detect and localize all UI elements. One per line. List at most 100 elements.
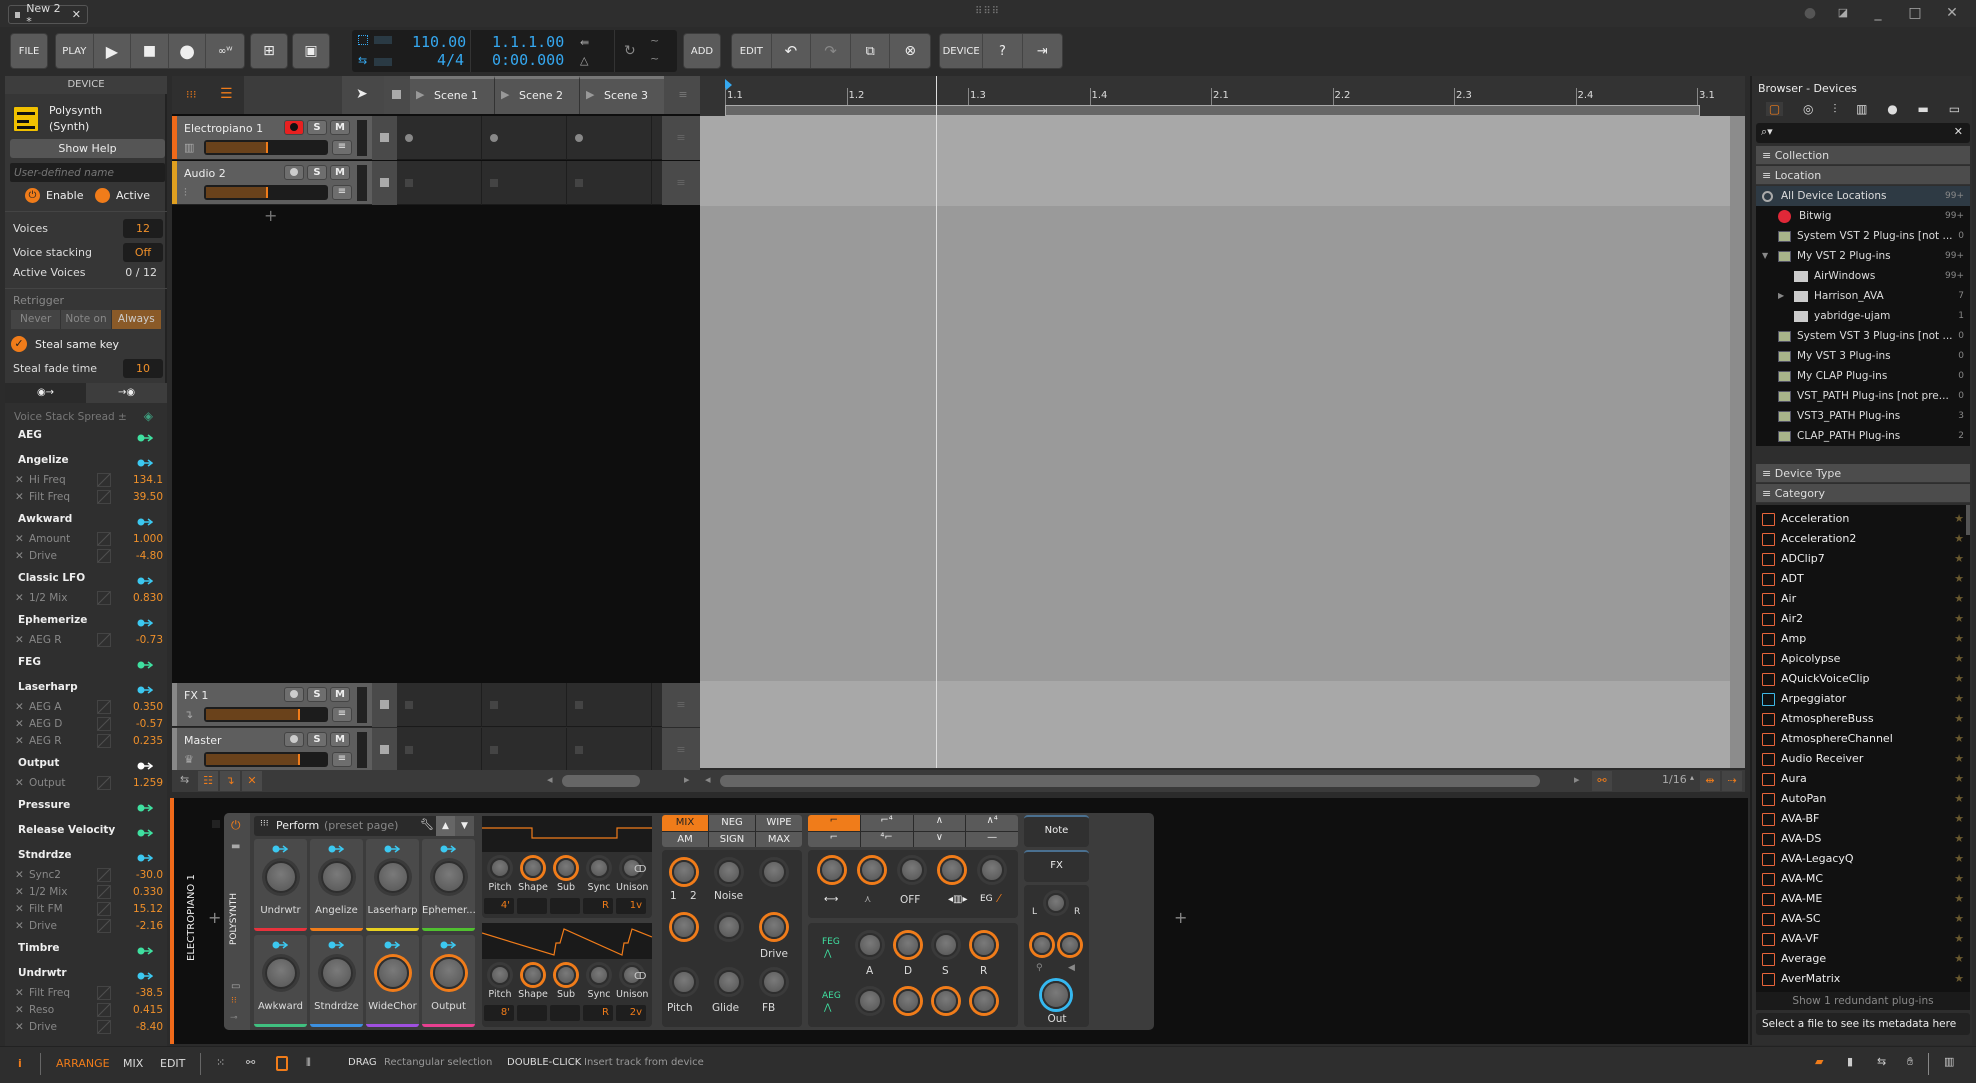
- folder-icon[interactable]: ▬: [231, 841, 240, 852]
- track-header[interactable]: FX 1 S M ↴ ≡: [172, 683, 372, 727]
- param-amount[interactable]: -0.73: [125, 634, 163, 646]
- envelope-knob[interactable]: [896, 933, 920, 957]
- grid-dots-icon[interactable]: ⁙: [216, 1056, 225, 1069]
- macro-knob[interactable]: [377, 861, 409, 893]
- duplicate-icon[interactable]: ⧉: [851, 34, 891, 68]
- param-amount[interactable]: 15.12: [125, 903, 163, 915]
- envelope-knob[interactable]: [858, 989, 882, 1013]
- param-amount[interactable]: 1.000: [125, 533, 163, 545]
- track-scene-menu-icon[interactable]: ≡: [662, 683, 700, 727]
- sync-icon[interactable]: ⇆: [358, 54, 367, 67]
- automation-write-icon[interactable]: ∞ᵂ: [206, 34, 244, 68]
- solo-button[interactable]: S: [307, 165, 327, 180]
- param-amount[interactable]: 0.350: [125, 701, 163, 713]
- modulation-scale-icon[interactable]: [97, 532, 111, 546]
- scene-menu-icon[interactable]: ≡: [664, 76, 702, 114]
- modulation-arrow-icon[interactable]: [137, 516, 154, 526]
- device-list-item[interactable]: AverMatrix ★: [1762, 969, 1970, 989]
- slope-icon[interactable]: ⁄: [998, 892, 1000, 905]
- modulator-name[interactable]: Undrwtr: [18, 967, 67, 979]
- param-amount[interactable]: -8.40: [125, 1021, 163, 1033]
- mixer-knob[interactable]: [672, 860, 696, 884]
- modulation-scale-icon[interactable]: [97, 490, 111, 504]
- modulator-name[interactable]: Output: [18, 757, 59, 769]
- loop-icon[interactable]: ↻: [624, 43, 636, 59]
- track-stop-button[interactable]: [372, 161, 397, 205]
- modulation-scale-icon[interactable]: [97, 986, 111, 1000]
- mixer-knob[interactable]: [717, 970, 741, 994]
- favorite-star-icon[interactable]: ★: [1954, 549, 1964, 569]
- user-defined-name-input[interactable]: [10, 163, 165, 182]
- stereo-width-icon[interactable]: ⟷: [824, 894, 838, 905]
- timeline-scrollbar[interactable]: [1730, 116, 1745, 768]
- show-help-button[interactable]: Show Help: [10, 139, 165, 158]
- note-fx-slot[interactable]: Note: [1024, 815, 1089, 847]
- macro-knob[interactable]: [321, 957, 353, 989]
- remove-modulation-icon[interactable]: ✕: [15, 550, 29, 562]
- filter-knob[interactable]: [900, 858, 924, 882]
- device-list-item[interactable]: AVA-DS ★: [1762, 829, 1970, 849]
- track-header[interactable]: Audio 2 S M ⫶ ≡: [172, 161, 372, 205]
- launcher-scrollbar[interactable]: [562, 775, 640, 787]
- param-amount[interactable]: 0.235: [125, 735, 163, 747]
- grid-value[interactable]: 1/16: [1662, 773, 1687, 786]
- track-name[interactable]: Audio 2: [184, 167, 226, 180]
- modulation-source-icon[interactable]: [272, 843, 289, 856]
- routing-icon[interactable]: ⇆: [180, 773, 189, 786]
- track-menu-button[interactable]: ≡: [332, 185, 352, 200]
- scene-header[interactable]: ▶ Scene 3: [580, 76, 665, 114]
- help-icon[interactable]: ?: [983, 34, 1023, 68]
- modulation-scale-icon[interactable]: [97, 591, 111, 605]
- scroll-right-icon[interactable]: ▸: [1574, 773, 1580, 786]
- modulator-name[interactable]: Ephemerize: [18, 614, 87, 626]
- macro-knob[interactable]: [265, 861, 297, 893]
- remove-modulation-icon[interactable]: ✕: [15, 474, 29, 486]
- param-amount[interactable]: 1.259: [125, 777, 163, 789]
- track-lanes[interactable]: [700, 116, 1745, 206]
- mute-button[interactable]: M: [330, 687, 350, 702]
- device-list-item[interactable]: AVA-SC ★: [1762, 909, 1970, 929]
- document-tab[interactable]: New 2 * ✕: [8, 2, 88, 28]
- device-list-item[interactable]: Air2 ★: [1762, 609, 1970, 629]
- enable-toggle[interactable]: ⏻ Enable: [25, 188, 83, 203]
- drag-grip-icon[interactable]: ⠿⠿⠿: [975, 6, 1000, 17]
- mixer-knob[interactable]: [762, 915, 786, 939]
- favorite-star-icon[interactable]: ★: [1954, 829, 1964, 849]
- volume-fader[interactable]: [204, 752, 328, 767]
- wrench-icon[interactable]: 🔧︎: [420, 818, 434, 831]
- osc-knob[interactable]: [556, 965, 576, 985]
- arrange-view-tab[interactable]: ARRANGE: [56, 1057, 110, 1070]
- osc-knob[interactable]: [490, 858, 510, 878]
- modulator-name[interactable]: Angelize: [18, 454, 69, 466]
- active-toggle[interactable]: Active: [95, 188, 150, 203]
- filter-bandpass-4[interactable]: ∧⁴: [966, 815, 1018, 831]
- modulation-arrow-icon[interactable]: [137, 617, 154, 627]
- window-icon[interactable]: ▭: [231, 981, 240, 992]
- remove-modulation-icon[interactable]: ✕: [15, 886, 29, 898]
- mix-mode-option[interactable]: MIX: [662, 815, 708, 831]
- track-scene-menu-icon[interactable]: ≡: [662, 161, 700, 205]
- device-list-item[interactable]: Amp ★: [1762, 629, 1970, 649]
- param-amount[interactable]: 39.50: [125, 491, 163, 503]
- macro-grid-icon[interactable]: ⁝⁝: [231, 996, 237, 1006]
- favorite-star-icon[interactable]: ★: [1954, 729, 1964, 749]
- favorite-star-icon[interactable]: ★: [1954, 529, 1964, 549]
- device-list-item[interactable]: Aura ★: [1762, 769, 1970, 789]
- modulation-arrow-icon[interactable]: [137, 432, 154, 442]
- location-item[interactable]: ▶ Harrison_AVA 7: [1756, 286, 1970, 306]
- preset-page-selector[interactable]: ⁝⁝⁝ Perform (preset page) 🔧︎ ▲ ▼: [254, 816, 474, 836]
- favorite-star-icon[interactable]: ★: [1954, 669, 1964, 689]
- modulation-arrow-icon[interactable]: [137, 827, 154, 837]
- layers-icon[interactable]: ◈: [144, 409, 153, 423]
- filter-notch[interactable]: ∨: [913, 831, 966, 847]
- presets-tab-icon[interactable]: ◎: [1803, 102, 1813, 116]
- clip-view-icon[interactable]: ☷: [198, 771, 218, 791]
- location-item[interactable]: CLAP_PATH Plug-ins 2: [1756, 426, 1970, 446]
- filter-bandpass[interactable]: ∧: [913, 815, 966, 831]
- delete-icon[interactable]: ⊗: [890, 34, 930, 68]
- redo-icon[interactable]: ↷: [811, 34, 851, 68]
- link-icon[interactable]: ⚯: [1592, 771, 1612, 791]
- remove-modulation-icon[interactable]: ✕: [15, 718, 29, 730]
- param-amount[interactable]: 0.330: [125, 886, 163, 898]
- modulation-scale-icon[interactable]: [97, 1020, 111, 1034]
